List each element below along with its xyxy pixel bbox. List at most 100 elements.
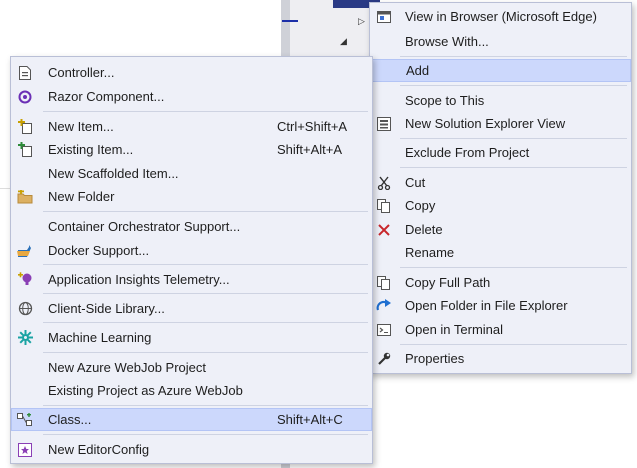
menu-separator [43,264,368,265]
menu-item-copy-full-path[interactable]: Copy Full Path [370,271,631,294]
new-folder-icon [17,189,33,205]
client-library-icon [17,301,33,317]
class-icon [17,412,33,428]
submenu-item-new-scaffolded-item[interactable]: New Scaffolded Item... [11,162,372,185]
copy-icon [376,198,392,214]
menu-item-properties[interactable]: Properties [370,347,631,370]
submenu-item-client-side-library[interactable]: Client-Side Library... [11,297,372,320]
menu-item-delete[interactable]: Delete [370,218,631,241]
menu-separator [400,344,627,345]
submenu-item-label: New Scaffolded Item... [48,166,179,181]
context-menu: View in Browser (Microsoft Edge) Browse … [369,2,632,374]
menu-separator [43,111,368,112]
solution-explorer-icon [376,116,392,132]
menu-item-add[interactable]: Add [370,59,631,82]
razor-icon [17,89,33,105]
submenu-item-label: Application Insights Telemetry... [48,272,230,287]
menu-separator [43,434,368,435]
submenu-item-new-item[interactable]: New Item... Ctrl+Shift+A [11,115,372,138]
submenu-item-new-folder[interactable]: New Folder [11,185,372,208]
menu-item-label: Add [406,63,430,78]
submenu-item-new-azure-webjob[interactable]: New Azure WebJob Project [11,356,372,379]
menu-item-label: Open Folder in File Explorer [405,298,568,313]
menu-item-exclude-from-project[interactable]: Exclude From Project [370,141,631,164]
menu-item-label: New Solution Explorer View [405,116,566,131]
menu-separator [400,56,627,57]
menu-separator [43,293,368,294]
submenu-item-label: Existing Project as Azure WebJob [48,383,243,398]
submenu-item-label: Container Orchestrator Support... [48,219,241,234]
submenu-item-new-editorconfig[interactable]: New EditorConfig [11,438,372,461]
open-folder-icon [376,298,392,314]
menu-item-open-in-terminal[interactable]: Open in Terminal [370,318,631,341]
docker-icon [17,243,33,259]
menu-item-label: Cut [405,175,426,190]
submenu-item-app-insights[interactable]: Application Insights Telemetry... [11,268,372,291]
menu-item-browse-with[interactable]: Browse With... [370,30,631,53]
menu-item-label: Copy [405,198,436,213]
shortcut-text: Shift+Alt+A [277,142,343,157]
shortcut-text: Ctrl+Shift+A [277,119,348,134]
submenu-item-label: Class... [48,412,92,427]
machine-learning-icon [17,330,33,346]
submenu-item-class[interactable]: Class... Shift+Alt+C [11,408,372,431]
menu-item-open-folder[interactable]: Open Folder in File Explorer [370,294,631,317]
menu-separator [400,138,627,139]
collapse-arrow-icon[interactable]: ◢ [340,36,347,47]
menu-item-label: Properties [405,351,465,366]
menu-item-label: Open in Terminal [405,322,504,337]
submenu-item-label: New Item... [48,119,114,134]
existing-item-icon [17,142,33,158]
menu-separator [400,167,627,168]
menu-item-rename[interactable]: Rename [370,241,631,264]
menu-item-label: Rename [405,245,455,260]
menu-separator [43,211,368,212]
controller-icon [17,65,33,81]
submenu-item-machine-learning[interactable]: Machine Learning [11,326,372,349]
submenu-item-label: New Azure WebJob Project [48,360,206,375]
submenu-item-docker-support[interactable]: Docker Support... [11,239,372,262]
menu-item-label: Delete [405,222,443,237]
submenu-item-label: Client-Side Library... [48,301,165,316]
submenu-item-label: Controller... [48,65,115,80]
editorconfig-icon [17,442,33,458]
menu-item-label: Exclude From Project [405,145,530,160]
submenu-item-label: Machine Learning [48,330,152,345]
shortcut-text: Shift+Alt+C [277,412,343,427]
menu-item-new-solution-explorer-view[interactable]: New Solution Explorer View [370,112,631,135]
menu-item-scope-to-this[interactable]: Scope to This [370,89,631,112]
submenu-item-label: Existing Item... [48,142,134,157]
delete-icon [376,222,392,238]
submenu-item-label: New Folder [48,189,115,204]
new-item-icon [17,119,33,135]
menu-separator [400,85,627,86]
add-submenu: Controller... Razor Component... New Ite… [10,56,373,464]
menu-item-label: View in Browser (Microsoft Edge) [405,9,597,24]
menu-item-label: Browse With... [405,34,489,49]
browser-view-icon [376,9,392,25]
submenu-item-controller[interactable]: Controller... [11,61,372,84]
menu-item-copy[interactable]: Copy [370,194,631,217]
properties-icon [376,351,392,367]
menu-item-cut[interactable]: Cut [370,171,631,194]
app-insights-icon [17,272,33,288]
copy-path-icon [376,275,392,291]
menu-item-label: Scope to This [405,93,485,108]
menu-item-label: Copy Full Path [405,275,491,290]
menu-item-view-in-browser[interactable]: View in Browser (Microsoft Edge) [370,5,631,28]
tree-indicator [282,20,298,22]
submenu-item-container-orchestrator[interactable]: Container Orchestrator Support... [11,215,372,238]
submenu-item-razor-component[interactable]: Razor Component... [11,85,372,108]
cut-icon [376,175,392,191]
menu-separator [400,267,627,268]
submenu-item-label: New EditorConfig [48,442,150,457]
menu-separator [43,352,368,353]
menu-separator [43,405,368,406]
submenu-item-label: Razor Component... [48,89,165,104]
submenu-item-label: Docker Support... [48,243,150,258]
expand-arrow-icon[interactable]: ▷ [358,16,365,27]
submenu-item-existing-item[interactable]: Existing Item... Shift+Alt+A [11,138,372,161]
submenu-item-existing-azure-webjob[interactable]: Existing Project as Azure WebJob [11,379,372,402]
terminal-icon [376,322,392,338]
menu-separator [43,322,368,323]
